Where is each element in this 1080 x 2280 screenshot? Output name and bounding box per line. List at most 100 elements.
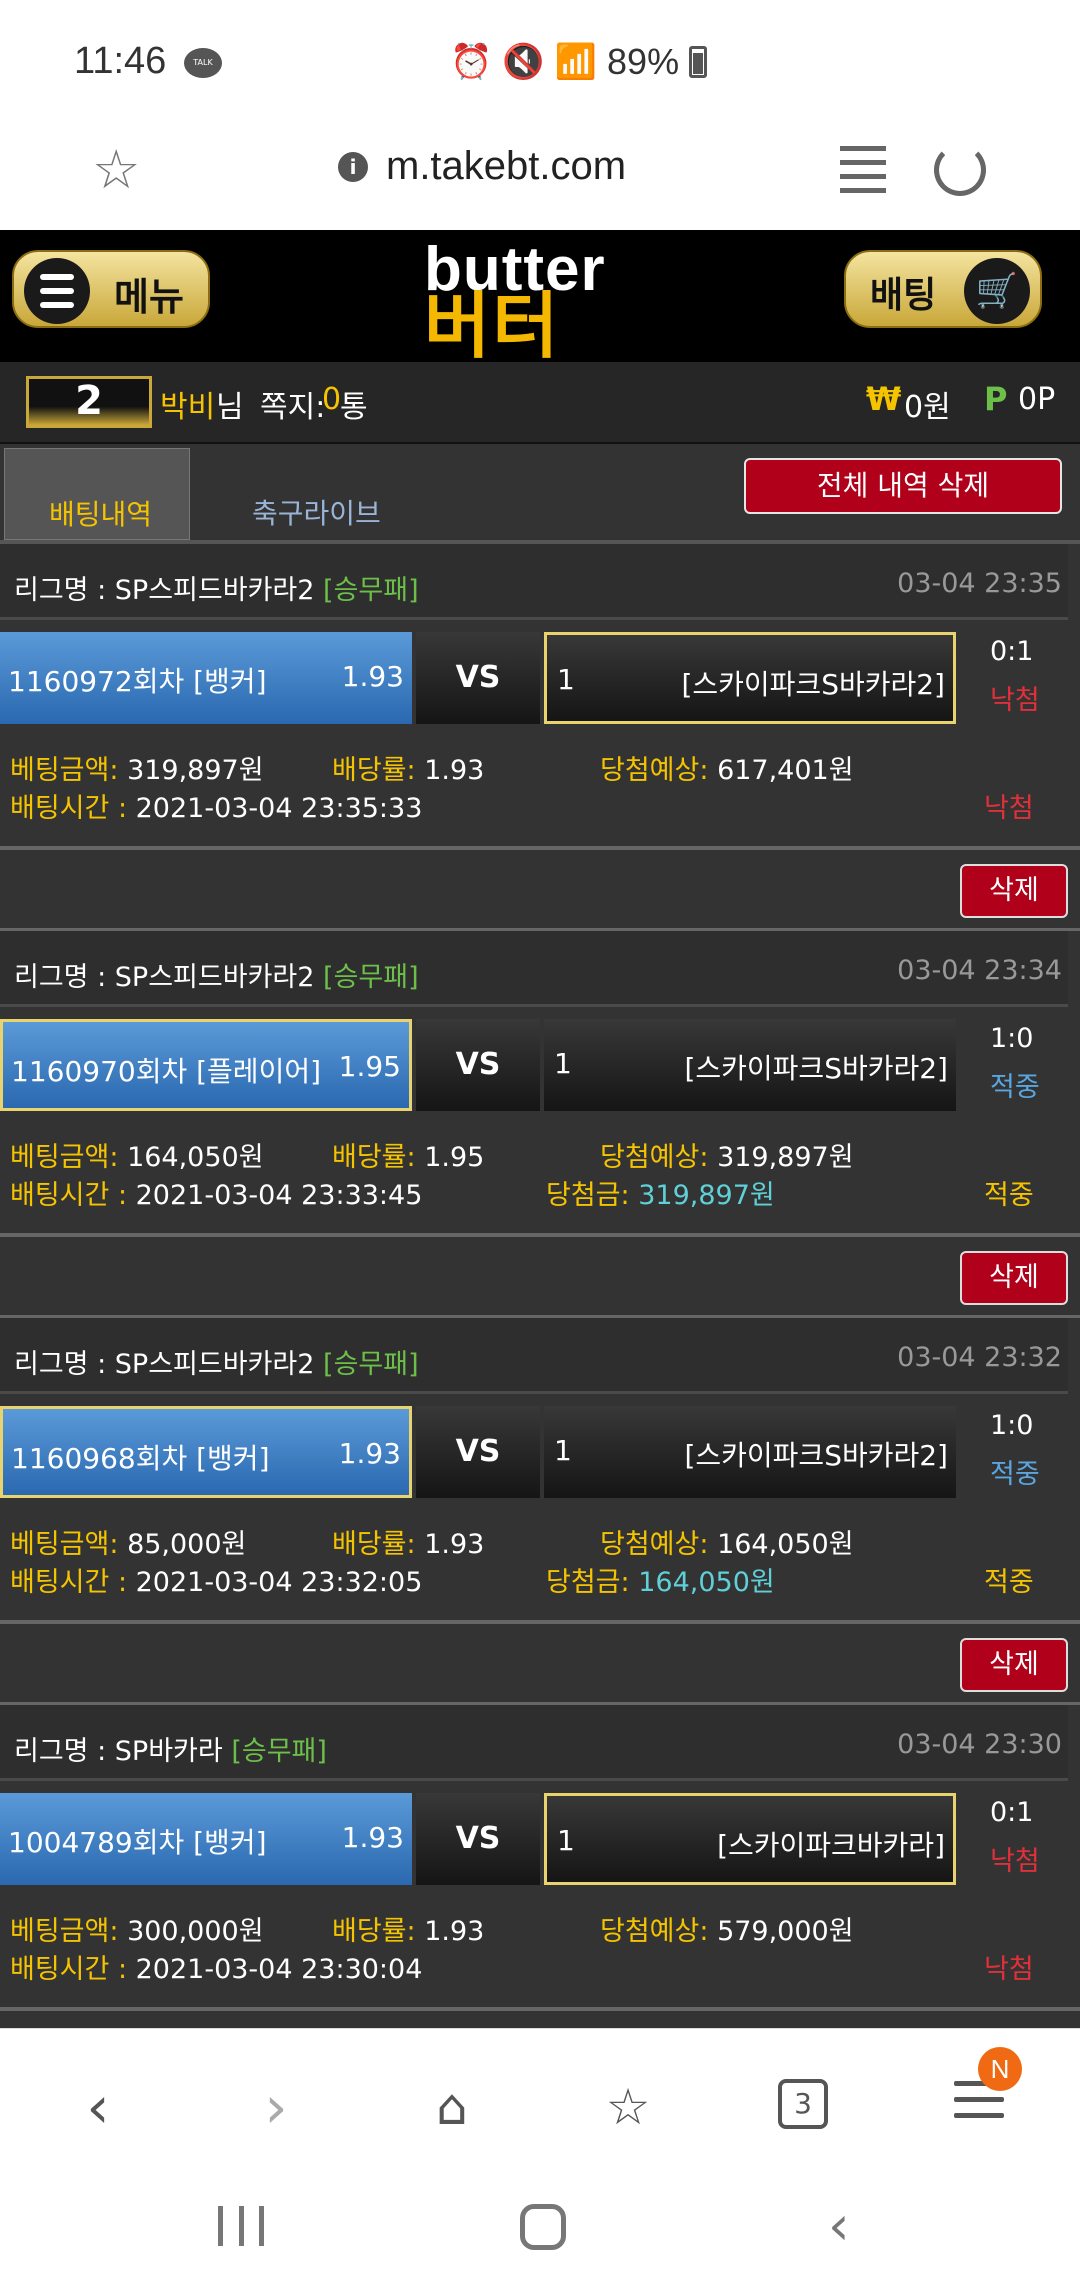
reload-icon[interactable] xyxy=(934,144,986,196)
forward-icon[interactable]: › xyxy=(238,2069,314,2145)
vs-label: VS xyxy=(416,1793,540,1885)
bet-amount: 베팅금액: 319,897원 xyxy=(10,755,264,786)
vs-label: VS xyxy=(416,1406,540,1498)
notification-badge: N xyxy=(978,2047,1022,2091)
home-selection[interactable]: 1160968회차 [뱅커] 1.93 xyxy=(0,1406,412,1498)
tab-soccer-live[interactable]: 축구라이브 xyxy=(200,448,428,540)
tabs-icon[interactable]: 3 xyxy=(778,2079,828,2129)
bet-amount: 베팅금액: 164,050원 xyxy=(10,1142,264,1173)
browser-url-bar: ☆ i m.takebt.com xyxy=(0,120,1080,230)
bet-odds: 배당률: 1.93 xyxy=(332,755,485,786)
bet-status: 적중 xyxy=(984,1567,1034,1598)
bet-date: 03-04 23:34 xyxy=(897,955,1062,986)
home-odds: 1.95 xyxy=(338,1050,401,1083)
status-icons: ⏰ 🔇 📶 89% xyxy=(450,40,708,84)
cart-icon: 🛒 xyxy=(964,258,1030,324)
delete-button[interactable]: 삭제 xyxy=(960,1251,1068,1305)
win-amount: 당첨금: 319,897원 xyxy=(546,1180,775,1211)
menu-button[interactable]: 메뉴 xyxy=(12,250,210,328)
vs-label: VS xyxy=(416,1019,540,1111)
alarm-icon: ⏰ xyxy=(450,42,493,82)
user-name: 박비 xyxy=(160,390,216,425)
home-name: 1160970회차 [플레이어] xyxy=(11,1055,322,1088)
match-row: 1160972회차 [뱅커] 1.93 VS 1 [스카이파크S바카라2] 0:… xyxy=(0,632,1068,724)
away-name: [스카이파크바카라] xyxy=(717,1829,945,1862)
hamburger-icon xyxy=(24,258,90,324)
browser-toolbar: ‹ › ⌂ ☆ 3 N xyxy=(0,2028,1080,2184)
bet-odds: 배당률: 1.93 xyxy=(332,1916,485,1947)
match-result: 낙첨 xyxy=(990,1846,1040,1877)
market-tag: [승무패] xyxy=(323,575,419,606)
bet-amount: 베팅금액: 300,000원 xyxy=(10,1916,264,1947)
level-badge: 2 xyxy=(26,376,152,428)
divider xyxy=(0,846,1080,850)
away-selection[interactable]: 1 [스카이파크S바카라2] xyxy=(544,1406,956,1498)
cash-balance: 0원 xyxy=(904,390,951,425)
bet-status: 적중 xyxy=(984,1180,1034,1211)
away-selection[interactable]: 1 [스카이파크S바카라2] xyxy=(544,1019,956,1111)
bet-header: 리그명 : SP스피드바카라2 [승무패] 03-04 23:35 xyxy=(0,544,1068,620)
bookmarks-icon[interactable]: ☆ xyxy=(590,2069,666,2145)
divider xyxy=(0,1233,1080,1237)
reader-mode-icon[interactable] xyxy=(840,146,886,198)
site-header: 메뉴 butter 버터 배팅 🛒 xyxy=(0,230,1080,368)
menu-label: 메뉴 xyxy=(114,275,184,319)
home-selection[interactable]: 1004789회차 [뱅커] 1.93 xyxy=(0,1793,412,1885)
point-balance: 0P xyxy=(1018,382,1056,417)
away-odds: 1 xyxy=(557,1824,575,1857)
system-home-icon[interactable] xyxy=(520,2204,566,2250)
user-name-suffix: 님 xyxy=(216,390,244,425)
expected-win: 당첨예상: 164,050원 xyxy=(600,1529,854,1560)
messages-count[interactable]: 0 xyxy=(322,382,341,417)
tab-soccer-live-label: 축구라이브 xyxy=(252,497,381,530)
divider xyxy=(0,1620,1080,1624)
logo-korean: 버터 xyxy=(424,284,561,368)
bookmark-star-icon[interactable]: ☆ xyxy=(92,142,148,198)
site-info-icon[interactable]: i xyxy=(338,152,368,182)
bet-date: 03-04 23:35 xyxy=(897,568,1062,599)
delete-button[interactable]: 삭제 xyxy=(960,1638,1068,1692)
tab-bet-history-label: 배팅내역 xyxy=(49,498,153,531)
bet-amount: 베팅금액: 85,000원 xyxy=(10,1529,247,1560)
delete-button[interactable]: 삭제 xyxy=(960,864,1068,918)
history-tabs: 배팅내역 축구라이브 전체 내역 삭제 xyxy=(0,444,1080,544)
delete-all-button[interactable]: 전체 내역 삭제 xyxy=(744,458,1062,514)
away-name: [스카이파크S바카라2] xyxy=(684,1439,948,1472)
home-odds: 1.93 xyxy=(338,1437,401,1470)
bet-item: 리그명 : SP바카라 [승무패] 03-04 23:30 1004789회차 … xyxy=(0,1705,1080,2028)
home-selection[interactable]: 1160972회차 [뱅커] 1.93 xyxy=(0,632,412,724)
url-field[interactable]: m.takebt.com xyxy=(386,144,626,189)
away-selection[interactable]: 1 [스카이파크바카라] xyxy=(544,1793,956,1885)
system-back-icon[interactable]: ‹ xyxy=(828,2194,850,2257)
home-name: 1160968회차 [뱅커] xyxy=(11,1442,270,1475)
away-selection[interactable]: 1 [스카이파크S바카라2] xyxy=(544,632,956,724)
vs-label: VS xyxy=(416,632,540,724)
match-row: 1160970회차 [플레이어] 1.95 VS 1 [스카이파크S바카라2] … xyxy=(0,1019,1068,1111)
wifi-icon: 📶 xyxy=(554,42,598,82)
kakaotalk-notification-icon: TALK xyxy=(184,48,222,78)
market-tag: [승무패] xyxy=(323,1349,419,1380)
betslip-button[interactable]: 배팅 🛒 xyxy=(844,250,1042,328)
clock: 11:46 xyxy=(74,40,167,82)
recent-apps-icon[interactable] xyxy=(218,2206,264,2246)
win-amount: 당첨금: 164,050원 xyxy=(546,1567,775,1598)
bet-item: 리그명 : SP스피드바카라2 [승무패] 03-04 23:32 116096… xyxy=(0,1318,1080,1705)
league-text: 리그명 : SP스피드바카라2 [승무패] xyxy=(14,962,419,993)
system-navigation-bar: ‹ xyxy=(0,2184,1080,2280)
away-odds: 1 xyxy=(557,663,575,696)
home-icon[interactable]: ⌂ xyxy=(414,2069,490,2145)
bet-status: 낙첨 xyxy=(984,1954,1034,1985)
bet-status: 낙첨 xyxy=(984,793,1034,824)
bet-time: 배팅시간 : 2021-03-04 23:35:33 xyxy=(10,793,423,824)
messages-label[interactable]: 쪽지: xyxy=(260,382,325,426)
away-name: [스카이파크S바카라2] xyxy=(681,668,945,701)
market-tag: [승무패] xyxy=(323,962,419,993)
match-result: 낙첨 xyxy=(990,685,1040,716)
battery-percent: 89% xyxy=(607,41,680,82)
home-selection[interactable]: 1160970회차 [플레이어] 1.95 xyxy=(0,1019,412,1111)
away-odds: 1 xyxy=(554,1434,572,1467)
bet-date: 03-04 23:30 xyxy=(897,1729,1062,1760)
home-name: 1160972회차 [뱅커] xyxy=(8,665,267,698)
tab-bet-history[interactable]: 배팅내역 xyxy=(4,448,190,540)
back-icon[interactable]: ‹ xyxy=(60,2069,136,2145)
